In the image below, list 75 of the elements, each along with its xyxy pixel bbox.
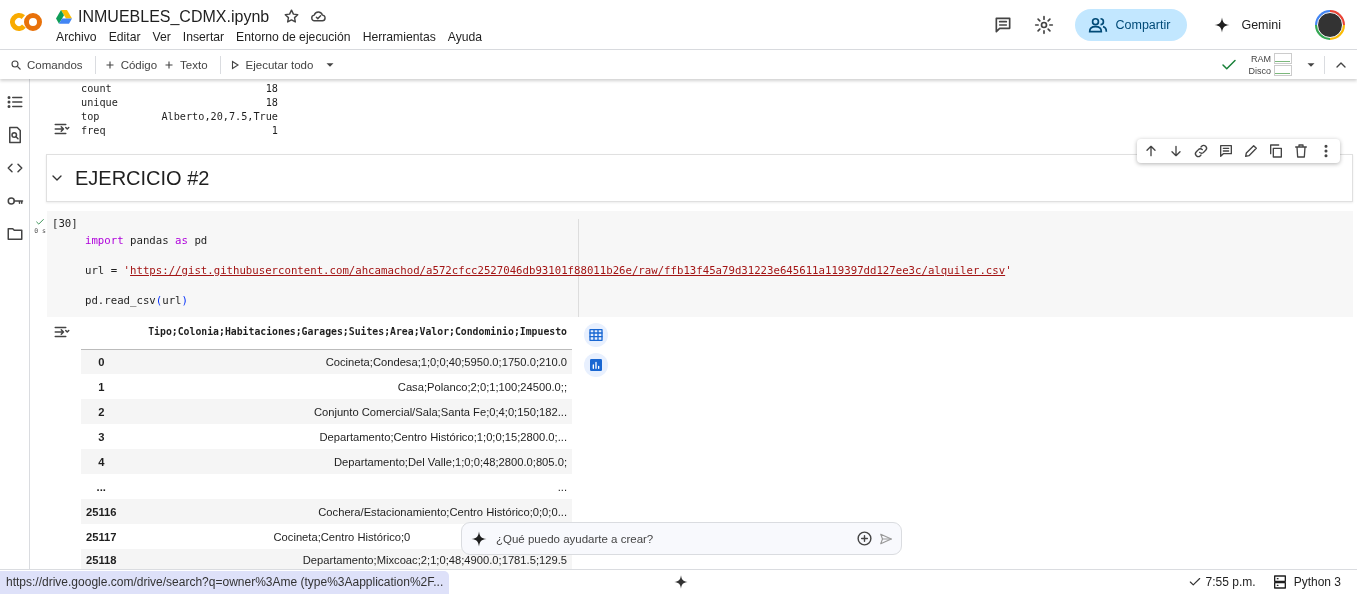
row-index: 2	[81, 399, 122, 424]
row-index: 25116	[81, 499, 122, 524]
runtime-label[interactable]: Python 3	[1293, 575, 1341, 589]
output-text: unique	[81, 96, 119, 110]
search-icon	[10, 58, 22, 71]
menu-item[interactable]: Ayuda	[447, 29, 489, 44]
table-cell: Cochera/Estacionamiento;Centro Histórico;0;0;0...	[318, 505, 567, 518]
notebook-title[interactable]: INMUEBLES_CDMX.ipynb	[78, 7, 270, 26]
row-index: 25118	[81, 549, 122, 569]
chart-icon[interactable]	[584, 353, 608, 377]
settings-icon[interactable]	[1033, 14, 1054, 35]
table-cell: Departamento;Mixcoac;2;1;0;48;4900.0;1781.5;129.5	[302, 554, 567, 566]
output-text: top	[81, 110, 101, 124]
pencil-icon[interactable]	[1243, 143, 1259, 159]
folder-icon[interactable]	[5, 225, 24, 243]
trash-icon[interactable]	[1293, 143, 1309, 159]
resource-label: Disco	[1248, 65, 1271, 76]
list-icon[interactable]	[5, 93, 24, 111]
move-down-icon[interactable]	[1168, 143, 1184, 159]
resource-label: RAM	[1251, 53, 1271, 64]
table-cell: Cocineta;Condesa;1;0;0;40;5950.0;1750.0;210.0	[325, 355, 567, 368]
table-cell: Cocineta;Centro Histórico;0	[273, 530, 411, 543]
table-cell: Conjunto Comercial/Sala;Santa Fe;0;4;0;150;182...	[313, 405, 567, 418]
save-time: 7:55 p.m.	[1205, 575, 1256, 589]
star-icon[interactable]	[283, 8, 301, 25]
add-code-button[interactable]: Código	[103, 58, 164, 71]
output-text: count	[81, 82, 113, 96]
link-icon[interactable]	[1193, 143, 1209, 159]
table-cell: Departamento;Del Valle;1;0;0;48;2800.0;805.0;	[333, 455, 567, 468]
resource-meter	[1274, 53, 1292, 64]
prompt-input[interactable]: ¿Qué puedo ayudarte a crear?	[494, 531, 850, 546]
row-index: 0	[81, 349, 122, 374]
share-button[interactable]: Compartir	[1074, 8, 1188, 41]
row-index: 1	[81, 374, 122, 399]
resource-meter	[1274, 65, 1292, 76]
execution-count: [30]	[52, 217, 78, 231]
menu-item[interactable]: Editar	[108, 29, 147, 44]
commands-button[interactable]: Comandos	[10, 58, 89, 71]
add-text-button[interactable]: Texto	[163, 58, 214, 71]
code-line: import pandas as pd	[85, 234, 208, 247]
menu-item[interactable]: Herramientas	[362, 29, 442, 44]
move-up-icon[interactable]	[1143, 143, 1159, 159]
menu-item[interactable]: Insertar	[182, 29, 231, 44]
column-header: Tipo;Colonia;Habitaciones;Garages;Suites;Area;Valor;Condominio;Impuesto	[121, 324, 572, 349]
row-index: 4	[81, 449, 122, 474]
gemini-button[interactable]: Gemini	[1207, 14, 1287, 35]
link-preview: https://drive.google.com/drive/search?q=owner%3Ame (type%3Aapplication%2F...	[0, 571, 450, 594]
section-heading: EJERCICIO #2	[75, 166, 210, 190]
drive-icon	[56, 9, 72, 24]
row-index: 25117	[81, 524, 122, 549]
add-icon[interactable]	[856, 530, 873, 547]
output-text: Alberto,20,7.5,True	[160, 110, 278, 124]
menu-item[interactable]: Entorno de ejecución	[236, 29, 357, 44]
output-text: 18	[264, 82, 278, 96]
code-line: url = 'https://gist.githubusercontent.com/ahcamachod/a572cfcc2527046db93101f88011b26e/raw/ffb13f45a79d31223e645611a119397dd127ee3c/alquiler.csv'	[85, 264, 1012, 277]
row-index: 3	[81, 424, 122, 449]
output-text: 18	[264, 96, 278, 110]
code-line: pd.read_csv(url)	[85, 294, 188, 307]
table-cell: ...	[557, 480, 567, 493]
copy-icon[interactable]	[1268, 143, 1284, 159]
logo-icon[interactable]	[10, 11, 42, 32]
output-text: freq	[81, 124, 107, 138]
table-cell: Casa;Polanco;2;0;1;100;24500.0;;	[397, 380, 567, 393]
comment-icon[interactable]	[1218, 143, 1234, 159]
send-icon[interactable]	[879, 531, 893, 546]
avatar[interactable]	[1315, 9, 1345, 40]
menu-item[interactable]: Ver	[152, 29, 177, 44]
output-text: 1	[270, 124, 278, 138]
menu-item[interactable]: Archivo	[56, 29, 103, 44]
run-all-button[interactable]: Ejecutar todo	[228, 58, 320, 71]
table-cell: Departamento;Centro Histórico;1;0;0;15;2800.0;...	[319, 430, 567, 443]
server-icon[interactable]	[1271, 574, 1288, 590]
prompt-field[interactable]: ¿Qué puedo ayudarte a crear?	[461, 522, 902, 555]
row-index: ...	[81, 474, 122, 499]
table-icon[interactable]	[584, 323, 608, 347]
